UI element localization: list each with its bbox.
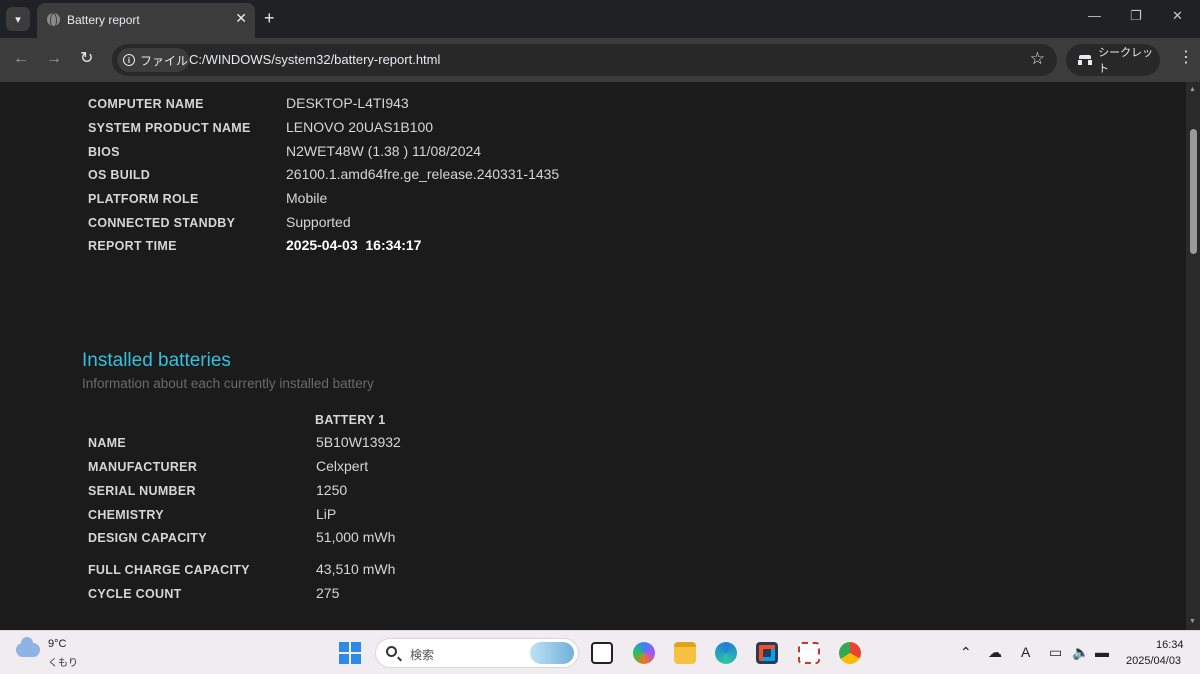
- search-highlight-image: [530, 642, 574, 664]
- value-design-capacity: 51,000 mWh: [316, 529, 396, 545]
- cloud-icon[interactable]: [16, 637, 40, 657]
- menu-icon[interactable]: ⋮: [1178, 50, 1194, 66]
- value-os-build: 26100.1.amd64fre.ge_release.240331-1435: [286, 166, 560, 182]
- edge-icon[interactable]: [715, 642, 737, 664]
- tab-search-icon[interactable]: ▾: [6, 7, 30, 31]
- value-bios: N2WET48W (1.38 ) 11/08/2024: [286, 143, 482, 159]
- forward-icon[interactable]: →: [46, 50, 62, 68]
- page-scrollbar[interactable]: ▲ ▼: [1186, 82, 1200, 630]
- value-connected-standby: Supported: [286, 214, 351, 230]
- section-subtitle: Information about each currently install…: [82, 376, 374, 391]
- value-chemistry: LiP: [316, 506, 337, 522]
- network-icon[interactable]: ▭: [1049, 644, 1062, 661]
- weather-temperature[interactable]: 9°C: [48, 638, 66, 650]
- restore-icon[interactable]: ❐: [1130, 8, 1142, 24]
- value-computer-name: DESKTOP-L4TI943: [286, 95, 409, 111]
- minimize-icon[interactable]: —: [1088, 8, 1101, 23]
- task-view-icon[interactable]: [591, 642, 613, 664]
- label-chemistry: CHEMISTRY: [88, 508, 164, 522]
- label-platform-role: PLATFORM ROLE: [88, 192, 199, 206]
- value-manufacturer: Celxpert: [316, 458, 369, 474]
- scroll-down-icon[interactable]: ▼: [1189, 618, 1196, 625]
- window-close-icon[interactable]: ✕: [1172, 8, 1183, 24]
- value-full-charge-capacity: 43,510 mWh: [316, 561, 396, 577]
- chevron-up-icon[interactable]: ⌃: [960, 644, 972, 661]
- site-info-chip[interactable]: i ファイル: [117, 48, 189, 72]
- label-serial-number: SERIAL NUMBER: [88, 484, 196, 498]
- store-icon[interactable]: [756, 642, 778, 664]
- taskbar: 9°C くもり 検索 ⌃ ☁ A ▭ 🔈 ▬ 16:34 2025/04/03: [0, 630, 1200, 674]
- label-cycle-count: CYCLE COUNT: [88, 587, 182, 601]
- value-platform-role: Mobile: [286, 190, 328, 206]
- incognito-label: シークレット: [1098, 47, 1154, 75]
- label-os-build: OS BUILD: [88, 168, 151, 182]
- incognito-icon: [1078, 55, 1093, 65]
- incognito-button[interactable]: シークレット: [1066, 44, 1160, 76]
- label-manufacturer: MANUFACTURER: [88, 460, 198, 474]
- info-icon: i: [123, 54, 135, 66]
- clock-time[interactable]: 16:34: [1156, 639, 1184, 651]
- start-button[interactable]: [339, 642, 361, 664]
- search-icon: [386, 646, 397, 657]
- label-full-charge-capacity: FULL CHARGE CAPACITY: [88, 563, 250, 577]
- tab-battery-report[interactable]: Battery report ✕: [37, 3, 255, 38]
- search-placeholder: 検索: [410, 648, 435, 662]
- value-serial-number: 1250: [316, 482, 348, 498]
- value-system-product-name: LENOVO 20UAS1B100: [286, 119, 434, 135]
- battery-icon[interactable]: ▬: [1095, 644, 1109, 660]
- value-cycle-count: 275: [316, 585, 340, 601]
- close-tab-icon[interactable]: ✕: [235, 10, 247, 27]
- label-connected-standby: CONNECTED STANDBY: [88, 216, 236, 230]
- chrome-icon[interactable]: [839, 642, 861, 664]
- snipping-tool-icon[interactable]: [798, 642, 820, 664]
- label-system-product-name: SYSTEM PRODUCT NAME: [88, 121, 251, 135]
- url-text[interactable]: C:/WINDOWS/system32/battery-report.html: [189, 52, 440, 67]
- taskbar-search[interactable]: 検索: [375, 638, 579, 668]
- globe-icon: [47, 13, 60, 28]
- chip-label: ファイル: [140, 53, 189, 68]
- onedrive-icon[interactable]: ☁: [988, 644, 1002, 661]
- label-computer-name: COMPUTER NAME: [88, 97, 204, 111]
- label-battery-name: NAME: [88, 436, 127, 450]
- address-bar[interactable]: i ファイル C:/WINDOWS/system32/battery-repor…: [112, 44, 1057, 76]
- scroll-up-icon[interactable]: ▲: [1189, 86, 1196, 93]
- tab-strip: ▾ Battery report ✕ + — ❐ ✕: [0, 0, 1200, 38]
- copilot-icon[interactable]: [633, 642, 655, 664]
- battery-column-header: BATTERY 1: [315, 413, 386, 427]
- value-report-time: 2025-04-03 16:34:17: [286, 237, 422, 253]
- section-title: Installed batteries: [82, 350, 231, 371]
- new-tab-button[interactable]: +: [264, 8, 275, 28]
- scroll-thumb[interactable]: [1190, 129, 1197, 254]
- weather-condition[interactable]: くもり: [48, 654, 78, 669]
- volume-icon[interactable]: 🔈: [1072, 644, 1089, 661]
- back-icon[interactable]: ←: [13, 50, 29, 68]
- file-explorer-icon[interactable]: [674, 642, 696, 664]
- star-icon[interactable]: ☆: [1030, 49, 1045, 69]
- tab-title: Battery report: [67, 13, 140, 27]
- browser-toolbar: ← → ↻ i ファイル C:/WINDOWS/system32/battery…: [0, 38, 1200, 82]
- ime-indicator[interactable]: A: [1021, 644, 1030, 660]
- clock-date[interactable]: 2025/04/03: [1126, 655, 1181, 667]
- value-battery-name: 5B10W13932: [316, 434, 401, 450]
- label-report-time: REPORT TIME: [88, 239, 177, 253]
- battery-report-page: COMPUTER NAME DESKTOP-L4TI943 SYSTEM PRO…: [0, 82, 1186, 630]
- label-bios: BIOS: [88, 145, 120, 159]
- label-design-capacity: DESIGN CAPACITY: [88, 531, 207, 545]
- reload-icon[interactable]: ↻: [80, 50, 93, 68]
